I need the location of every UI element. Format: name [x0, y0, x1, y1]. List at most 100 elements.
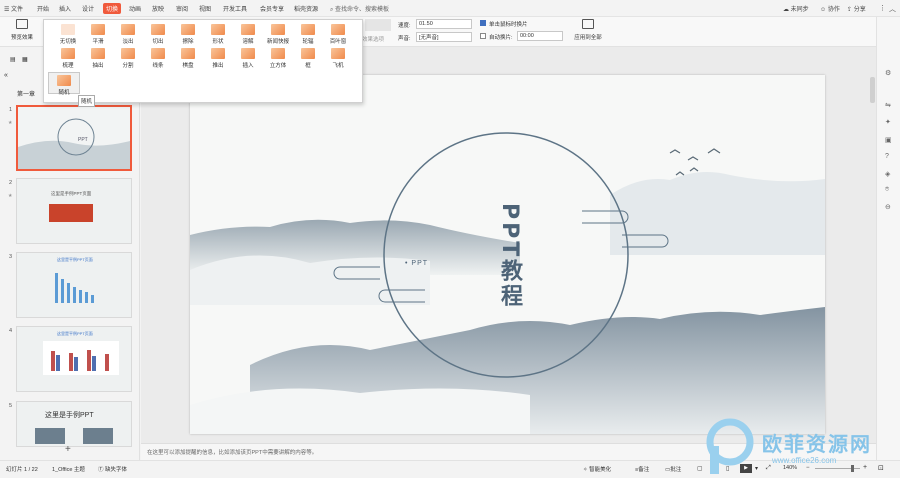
effect-insert[interactable]: 插入: [232, 48, 264, 69]
effect-pull[interactable]: 抽出: [82, 48, 114, 69]
notes-text: 在这里可以添加提醒的信息，比如添加该页PPT中需要讲解的内容等。: [147, 450, 318, 456]
effect-fade[interactable]: 淡出: [112, 24, 144, 45]
share-icon: ⇪: [847, 7, 853, 13]
property-icon[interactable]: ⚙: [885, 69, 891, 77]
on-click-checkbox[interactable]: [480, 20, 486, 26]
tab-transition[interactable]: 切换: [103, 3, 122, 14]
auto-switch-checkbox[interactable]: [480, 33, 486, 39]
effect-cube[interactable]: 立方体: [262, 48, 294, 69]
effect-news-flash[interactable]: 新闻快报: [262, 24, 294, 45]
location-icon[interactable]: ⌾: [885, 186, 889, 194]
share-button[interactable]: ⇪ 分享: [847, 4, 866, 13]
tab-review[interactable]: 审阅: [176, 4, 188, 13]
apply-all-icon: [582, 19, 594, 29]
apply-all-button[interactable]: 应用到全部: [572, 19, 604, 41]
outline-view-icon[interactable]: ▤: [10, 56, 16, 63]
collab-button[interactable]: ☺ 协作: [820, 4, 840, 13]
speed-input[interactable]: [416, 19, 472, 29]
style-icon[interactable]: ◈: [885, 170, 890, 178]
slide-title[interactable]: PPT教程: [493, 203, 525, 309]
canvas-scrollbar-thumb[interactable]: [870, 77, 875, 103]
transition-icon[interactable]: ▣: [885, 136, 892, 144]
collapse-panel-icon[interactable]: «: [4, 72, 8, 79]
effect-none[interactable]: 无切换: [52, 24, 84, 45]
search-icon: ⌕: [330, 7, 334, 13]
effect-smooth-icon: [91, 24, 105, 35]
more-icon[interactable]: ⋮: [879, 4, 886, 12]
slide-counter: 幻灯片 1 / 22: [6, 467, 38, 473]
tab-member[interactable]: 会员专享: [260, 4, 284, 13]
cloud-icon: ☁: [783, 7, 789, 13]
effect-insert-icon: [241, 48, 255, 59]
tab-docer[interactable]: 稻壳资源: [294, 4, 318, 13]
settings-icon[interactable]: ⊖: [885, 203, 891, 211]
effect-lines[interactable]: 线条: [142, 48, 174, 69]
notes-toggle[interactable]: ≡备注: [635, 465, 649, 473]
slide-number: 2: [9, 180, 13, 186]
slide-thumbnail-2[interactable]: 这里是手例PPT页面: [16, 178, 132, 244]
effect-push[interactable]: 推出: [202, 48, 234, 69]
effect-smooth[interactable]: 平滑: [82, 24, 114, 45]
collapse-ribbon-icon[interactable]: ︿: [889, 4, 896, 14]
effect-shape[interactable]: 形状: [202, 24, 234, 45]
slide-view-icon[interactable]: ▦: [22, 56, 28, 63]
tab-design[interactable]: 设计: [82, 4, 94, 13]
star-icon: ★: [8, 120, 13, 126]
slide-3-chart: [55, 273, 94, 303]
slide-5-image: [83, 428, 113, 444]
add-slide-button[interactable]: +: [65, 444, 71, 455]
effect-dissolve[interactable]: 溶解: [232, 24, 264, 45]
tab-start[interactable]: 开始: [37, 4, 49, 13]
slide-thumbnail-5[interactable]: 这里是手例PPT: [16, 401, 132, 447]
tab-insert[interactable]: 插入: [59, 4, 71, 13]
tab-developer[interactable]: 开发工具: [223, 4, 247, 13]
watermark: 欧菲资源网 www.office26.com: [700, 416, 900, 478]
effect-shape-icon: [211, 24, 225, 35]
auto-switch-label: 自动换片:: [489, 35, 513, 41]
slide-4-title: 这里是平例PPT页面: [57, 331, 93, 336]
slide-thumbnail-3[interactable]: 这里是平例PPT页面: [16, 252, 132, 318]
ppt-logo: [49, 204, 93, 222]
slide-thumbnail-4[interactable]: 这里是平例PPT页面: [16, 326, 132, 392]
watermark-text: 欧菲资源网: [762, 434, 872, 456]
tab-view[interactable]: 视图: [199, 4, 211, 13]
effect-blinds[interactable]: 百叶窗: [322, 24, 354, 45]
effect-random[interactable]: 随机: [48, 72, 80, 96]
help-icon[interactable]: ?: [885, 153, 889, 160]
auto-switch-time[interactable]: [517, 31, 563, 41]
preview-button[interactable]: 预览效果: [4, 19, 40, 41]
effect-wipe[interactable]: 擦除: [172, 24, 204, 45]
file-menu[interactable]: ☰ 文件: [4, 4, 23, 13]
slide-thumbnail-1[interactable]: PPT: [16, 105, 132, 171]
effect-options-button[interactable]: 效果选项: [362, 35, 384, 43]
smart-beautify-button[interactable]: ✧ 智能美化: [583, 465, 611, 473]
effect-split[interactable]: 分割: [112, 48, 144, 69]
slide-number: 1: [9, 107, 13, 113]
effect-checkerboard[interactable]: 棋盘: [172, 48, 204, 69]
tooltip: 随机: [78, 95, 96, 107]
slide-4-chart: [43, 341, 119, 375]
effect-cut[interactable]: 切出: [142, 24, 174, 45]
effect-box[interactable]: 框: [292, 48, 324, 69]
sparkle-icon: ✧: [583, 467, 588, 473]
current-slide[interactable]: PPT教程 • PPT: [190, 75, 825, 434]
effect-wheel[interactable]: 轮辐: [292, 24, 324, 45]
tab-animation[interactable]: 动画: [129, 4, 141, 13]
missing-font-button[interactable]: Ⓣ 缺失字体: [98, 465, 127, 473]
transition-preview-thumb: [365, 19, 391, 31]
section-title[interactable]: 第一章: [17, 89, 35, 98]
sound-select[interactable]: [416, 32, 472, 42]
tab-slideshow[interactable]: 放映: [152, 4, 164, 13]
speed-label: 速度:: [398, 23, 411, 29]
command-search[interactable]: ⌕ 查找命令、搜索模板: [330, 4, 389, 14]
adjust-icon[interactable]: ⇋: [885, 101, 891, 109]
comment-toggle[interactable]: ▭批注: [665, 465, 681, 473]
sync-status[interactable]: ☁ 未同步: [783, 4, 809, 13]
effect-airplane-icon: [331, 48, 345, 59]
right-toolbar: ⚙ ⇋ ✦ ▣ ? ◈ ⌾ ⊖: [876, 17, 900, 460]
effect-airplane[interactable]: 飞机: [322, 48, 354, 69]
slide-subtitle[interactable]: • PPT: [405, 260, 428, 267]
effect-comb[interactable]: 梳理: [52, 48, 84, 69]
slide-2-title: 这里是手例PPT页面: [51, 191, 92, 196]
animation-icon[interactable]: ✦: [885, 118, 891, 126]
